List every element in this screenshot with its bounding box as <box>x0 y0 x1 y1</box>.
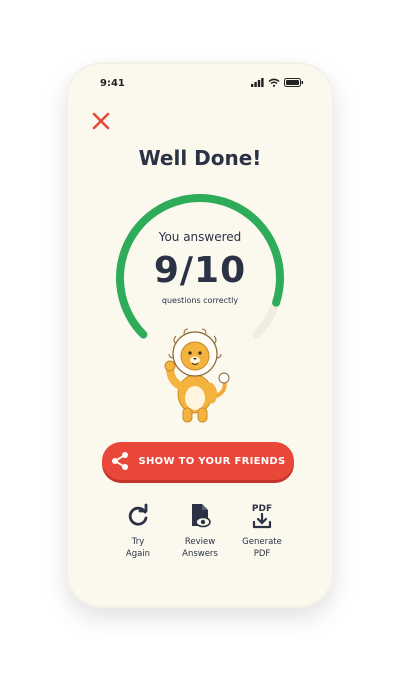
show-to-friends-button[interactable]: SHOW TO YOUR FRIENDS <box>102 442 294 480</box>
phone-frame: 9:41 Well Done! You answered 9/10 questi… <box>66 62 334 608</box>
share-icon <box>112 452 129 470</box>
close-button[interactable] <box>90 110 112 132</box>
you-answered-label: You answered <box>158 230 242 244</box>
battery-icon <box>284 78 304 87</box>
review-answers-button[interactable]: Review Answers <box>170 502 230 560</box>
try-again-button[interactable]: Try Again <box>108 502 168 560</box>
document-eye-icon <box>192 504 211 528</box>
page-title: Well Done! <box>138 146 262 170</box>
questions-correctly-label: questions correctly <box>161 296 239 305</box>
status-icons <box>251 78 304 87</box>
close-icon <box>92 112 110 130</box>
review-answers-label: Review Answers <box>182 537 218 559</box>
status-time: 9:41 <box>100 78 125 89</box>
generate-pdf-button[interactable]: PDF Generate PDF <box>232 502 292 560</box>
status-bar: 9:41 <box>66 62 334 98</box>
wifi-icon <box>268 78 280 87</box>
score-value: 9/10 <box>153 250 247 291</box>
pdf-icon-text: PDF <box>252 504 272 514</box>
refresh-icon <box>128 503 148 526</box>
signal-icon <box>251 78 264 87</box>
show-to-friends-label: SHOW TO YOUR FRIENDS <box>138 455 286 467</box>
lion-mascot-illustration <box>164 328 230 423</box>
try-again-label: Try Again <box>125 537 151 559</box>
generate-pdf-label: Generate PDF <box>242 537 282 559</box>
pdf-download-icon: PDF <box>252 504 272 529</box>
notch <box>140 68 260 90</box>
